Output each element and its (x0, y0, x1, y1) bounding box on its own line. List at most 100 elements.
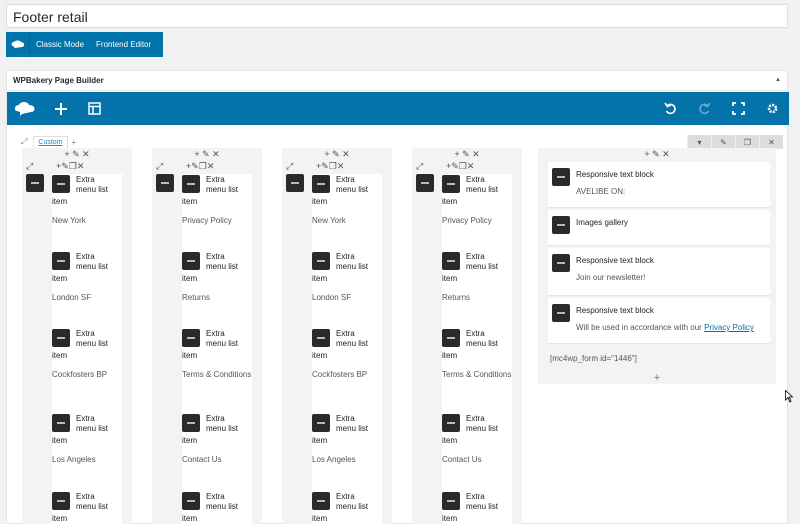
inner-actions[interactable]: +✎❐✕ (186, 161, 214, 172)
element-suffix: item (312, 197, 328, 206)
menu-list-icon (52, 414, 70, 432)
menu-list-item[interactable]: Extra menu list item Returns (182, 252, 254, 303)
inner-actions[interactable]: +✎❐✕ (446, 161, 474, 172)
menu-list-item[interactable]: Extra menu list item (52, 492, 124, 524)
element-suffix: item (442, 274, 458, 283)
element-value: Cockfosters BP (52, 370, 108, 379)
column-controls[interactable]: + ✎ ✕ (538, 148, 776, 160)
element-suffix: item (52, 274, 68, 283)
menu-list-item[interactable]: Extra menu list item London SF (312, 252, 384, 303)
menu-list-item[interactable]: Extra menu list item (312, 492, 384, 524)
responsive-text-block[interactable]: Responsive text block Will be used in acc… (548, 298, 770, 344)
add-element-icon[interactable]: + (538, 372, 776, 384)
column-controls[interactable]: + ✎ ✕ (412, 148, 522, 160)
fullscreen-icon[interactable] (721, 92, 755, 125)
responsive-text-block[interactable]: Responsive text block Join our newsletter… (548, 248, 770, 296)
element-title: Extra menu list (76, 414, 109, 433)
menu-list-item[interactable]: Extra menu list item Returns (442, 252, 514, 303)
builder-logo-icon[interactable] (7, 92, 43, 125)
element-value: Returns (182, 293, 211, 302)
menu-list-icon (442, 329, 460, 347)
menu-list-icon (182, 414, 200, 432)
classic-mode-button[interactable]: Classic Mode (30, 32, 90, 57)
menu-list-icon (182, 252, 200, 270)
inner-row: ⤢ +✎❐✕ Extra menu list item New York Extra me… (22, 161, 132, 524)
column-controls[interactable]: + ✎ ✕ (152, 148, 262, 160)
menu-list-item[interactable]: Extra menu list item Cockfosters BP (52, 329, 124, 380)
block-text: AVELIBE ON: (576, 187, 626, 196)
inner-actions[interactable]: +✎❐✕ (56, 161, 84, 172)
builder-toolbar (7, 92, 789, 125)
element-suffix: item (52, 197, 68, 206)
menu-list-icon (182, 175, 200, 193)
row-move-icon[interactable]: ⤢ (17, 137, 31, 147)
element-title: Extra menu list (206, 492, 239, 511)
wpbakery-logo-icon[interactable] (6, 32, 30, 57)
inner-row-controls[interactable]: ⤢ +✎❐✕ (412, 161, 522, 173)
images-gallery-block[interactable]: Images gallery (548, 210, 770, 246)
menu-list-icon (442, 414, 460, 432)
menu-list-item[interactable]: Extra menu list item (182, 492, 254, 524)
menu-list-item[interactable]: Extra menu list item (442, 492, 514, 524)
move-icon[interactable]: ⤢ (156, 161, 163, 172)
inner-row-icon (156, 174, 180, 198)
inner-row-controls[interactable]: ⤢ +✎❐✕ (152, 161, 262, 173)
inner-actions[interactable]: +✎❐✕ (316, 161, 344, 172)
menu-list-item[interactable]: Extra menu list item Privacy Policy (442, 175, 514, 226)
element-title: Extra menu list (336, 252, 369, 271)
column-controls[interactable]: + ✎ ✕ (282, 148, 392, 160)
menu-list-item[interactable]: Extra menu list item Terms & Conditions (182, 329, 254, 380)
menu-list-icon (52, 329, 70, 347)
editor-mode-bar: Classic Mode Frontend Editor (6, 32, 163, 57)
menu-list-item[interactable]: Extra menu list item New York (312, 175, 384, 226)
frontend-editor-button[interactable]: Frontend Editor (90, 32, 157, 57)
inner-row-icon (416, 174, 440, 198)
menu-list-icon (52, 252, 70, 270)
move-icon[interactable]: ⤢ (416, 161, 423, 172)
undo-icon[interactable] (653, 92, 687, 125)
panel-header[interactable]: WPBakery Page Builder ▲ (7, 71, 787, 91)
responsive-text-block[interactable]: Responsive text block AVELIBE ON: (548, 162, 770, 208)
row-edit-icon[interactable]: ✎ (711, 135, 735, 149)
element-value: Contact Us (442, 455, 482, 464)
move-icon[interactable]: ⤢ (26, 161, 33, 172)
add-element-icon[interactable] (43, 92, 79, 125)
menu-list-item[interactable]: Extra menu list item London SF (52, 252, 124, 303)
menu-list-icon (312, 414, 330, 432)
menu-list-item[interactable]: Extra menu list item Los Angeles (52, 414, 124, 465)
element-title: Extra menu list (466, 492, 499, 511)
element-suffix: item (312, 436, 328, 445)
block-title: Responsive text block (576, 306, 654, 315)
inner-row-controls[interactable]: ⤢ +✎❐✕ (282, 161, 392, 173)
post-title-input[interactable]: Footer retail (6, 4, 788, 28)
tab-custom[interactable]: Custom (33, 136, 68, 148)
menu-list-item[interactable]: Extra menu list item New York (52, 175, 124, 226)
row-delete-icon[interactable]: ✕ (759, 135, 783, 149)
element-value: New York (312, 216, 346, 225)
collapse-icon[interactable]: ▲ (775, 77, 781, 83)
inner-row-controls[interactable]: ⤢ +✎❐✕ (22, 161, 132, 173)
column-4: + ✎ ✕ ⤢ +✎❐✕ Extra menu list item Privacy Pol… (412, 148, 522, 524)
column-controls[interactable]: + ✎ ✕ (22, 148, 132, 160)
move-icon[interactable]: ⤢ (286, 161, 293, 172)
menu-list-item[interactable]: Extra menu list item Privacy Policy (182, 175, 254, 226)
templates-icon[interactable] (79, 92, 109, 125)
column-3: + ✎ ✕ ⤢ +✎❐✕ Extra menu list item New York Ext… (282, 148, 392, 524)
element-value: London SF (52, 293, 92, 302)
privacy-policy-link[interactable]: Privacy Policy (704, 323, 754, 332)
redo-icon[interactable] (687, 92, 721, 125)
menu-list-item[interactable]: Extra menu list item Contact Us (182, 414, 254, 465)
menu-list-item[interactable]: Extra menu list item Contact Us (442, 414, 514, 465)
element-suffix: item (312, 351, 328, 360)
menu-list-item[interactable]: Extra menu list item Los Angeles (312, 414, 384, 465)
add-tab-icon[interactable]: + (68, 138, 81, 147)
menu-list-icon (442, 492, 460, 510)
menu-list-item[interactable]: Extra menu list item Terms & Conditions (442, 329, 514, 380)
row-clone-icon[interactable]: ❐ (735, 135, 759, 149)
menu-list-item[interactable]: Extra menu list item Cockfosters BP (312, 329, 384, 380)
element-title: Extra menu list (466, 252, 499, 271)
row-toggle-icon[interactable]: ▾ (687, 135, 711, 149)
element-suffix: item (182, 274, 198, 283)
settings-gear-icon[interactable] (755, 92, 789, 125)
menu-list-icon (312, 492, 330, 510)
